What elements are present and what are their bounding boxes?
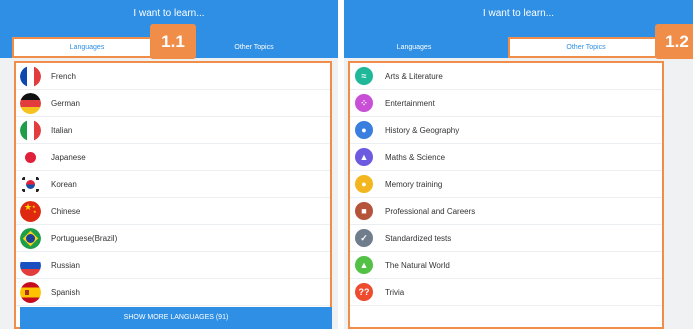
language-label: German (51, 99, 80, 108)
language-item-russian[interactable]: Russian (16, 252, 330, 279)
header-title: I want to learn... (482, 8, 555, 19)
topic-item-professional-careers[interactable]: ■ Professional and Careers (350, 198, 662, 225)
topics-list: ≈ Arts & Literature ⁘ Entertainment ● Hi… (348, 61, 664, 329)
language-label: Chinese (51, 207, 81, 216)
topic-label: Memory training (385, 180, 443, 189)
topic-label: Professional and Careers (385, 207, 476, 216)
china-flag-icon: ★ ★ ★ (20, 201, 41, 222)
history-geography-icon: ● (354, 120, 375, 141)
header-bar: I want to learn... (344, 0, 693, 37)
topic-label: Trivia (385, 288, 405, 297)
tab-languages-label: Languages (396, 44, 432, 51)
show-more-languages-button[interactable]: SHOW MORE LANGUAGES (91) (20, 307, 332, 329)
topic-item-trivia[interactable]: ?? Trivia (350, 279, 662, 306)
language-label: Italian (51, 126, 73, 135)
language-item-spanish[interactable]: Spanish (16, 279, 330, 306)
topic-label: Entertainment (385, 99, 435, 108)
italy-flag-icon (20, 120, 41, 141)
topic-label: Standardized tests (385, 234, 452, 243)
language-item-korean[interactable]: Korean (16, 171, 330, 198)
maths-science-icon: ▲ (354, 147, 375, 168)
trivia-icon: ?? (354, 282, 375, 303)
tab-languages[interactable]: Languages (344, 37, 484, 58)
russia-flag-icon (20, 255, 41, 276)
topic-item-entertainment[interactable]: ⁘ Entertainment (350, 90, 662, 117)
entertainment-icon: ⁘ (354, 93, 375, 114)
language-item-german[interactable]: German (16, 90, 330, 117)
tab-other-topics-label: Other Topics (566, 44, 606, 51)
topic-item-arts-literature[interactable]: ≈ Arts & Literature (350, 63, 662, 90)
professional-careers-icon: ■ (354, 201, 375, 222)
topic-label: History & Geography (385, 126, 460, 135)
topic-item-history-geography[interactable]: ● History & Geography (350, 117, 662, 144)
south-korea-flag-icon (20, 174, 41, 195)
topic-item-standardized-tests[interactable]: ✓ Standardized tests (350, 225, 662, 252)
language-label: Korean (51, 180, 77, 189)
japan-flag-icon (20, 147, 41, 168)
language-label: Japanese (51, 153, 86, 162)
natural-world-icon: ▲ (354, 255, 375, 276)
memory-training-icon: ● (354, 174, 375, 195)
tab-other-topics[interactable]: Other Topics (508, 37, 664, 58)
header-title: I want to learn... (133, 8, 205, 19)
topic-item-memory-training[interactable]: ● Memory training (350, 171, 662, 198)
language-item-japanese[interactable]: Japanese (16, 144, 330, 171)
topic-item-maths-science[interactable]: ▲ Maths & Science (350, 144, 662, 171)
topics-panel: I want to learn... Languages Other Topic… (344, 0, 693, 329)
language-item-chinese[interactable]: ★ ★ ★ Chinese (16, 198, 330, 225)
language-label: Portuguese(Brazil) (51, 234, 118, 243)
standardized-tests-icon: ✓ (354, 228, 375, 249)
language-label: French (51, 72, 76, 81)
language-item-italian[interactable]: Italian (16, 117, 330, 144)
germany-flag-icon (20, 93, 41, 114)
language-label: Spanish (51, 288, 80, 297)
tab-languages[interactable]: Languages (12, 37, 162, 58)
language-item-portuguese-brazil[interactable]: Portuguese(Brazil) (16, 225, 330, 252)
brazil-flag-icon (20, 228, 41, 249)
callout-badge: 1.1 (150, 24, 196, 59)
topic-label: The Natural World (385, 261, 450, 270)
language-item-french[interactable]: French (16, 63, 330, 90)
languages-list: French German Italian Japanese Korean ★ … (14, 61, 332, 329)
languages-panel: I want to learn... Languages Other Topic… (0, 0, 338, 329)
arts-literature-icon: ≈ (354, 66, 375, 87)
tab-bar: Languages Other Topics (344, 37, 693, 58)
topic-label: Maths & Science (385, 153, 446, 162)
france-flag-icon (20, 66, 41, 87)
topic-item-natural-world[interactable]: ▲ The Natural World (350, 252, 662, 279)
callout-badge: 1.2 (655, 24, 693, 59)
tab-languages-label: Languages (69, 44, 105, 51)
tab-other-topics-label: Other Topics (234, 44, 274, 51)
language-label: Russian (51, 261, 80, 270)
spain-flag-icon (20, 282, 41, 303)
topic-label: Arts & Literature (385, 72, 443, 81)
